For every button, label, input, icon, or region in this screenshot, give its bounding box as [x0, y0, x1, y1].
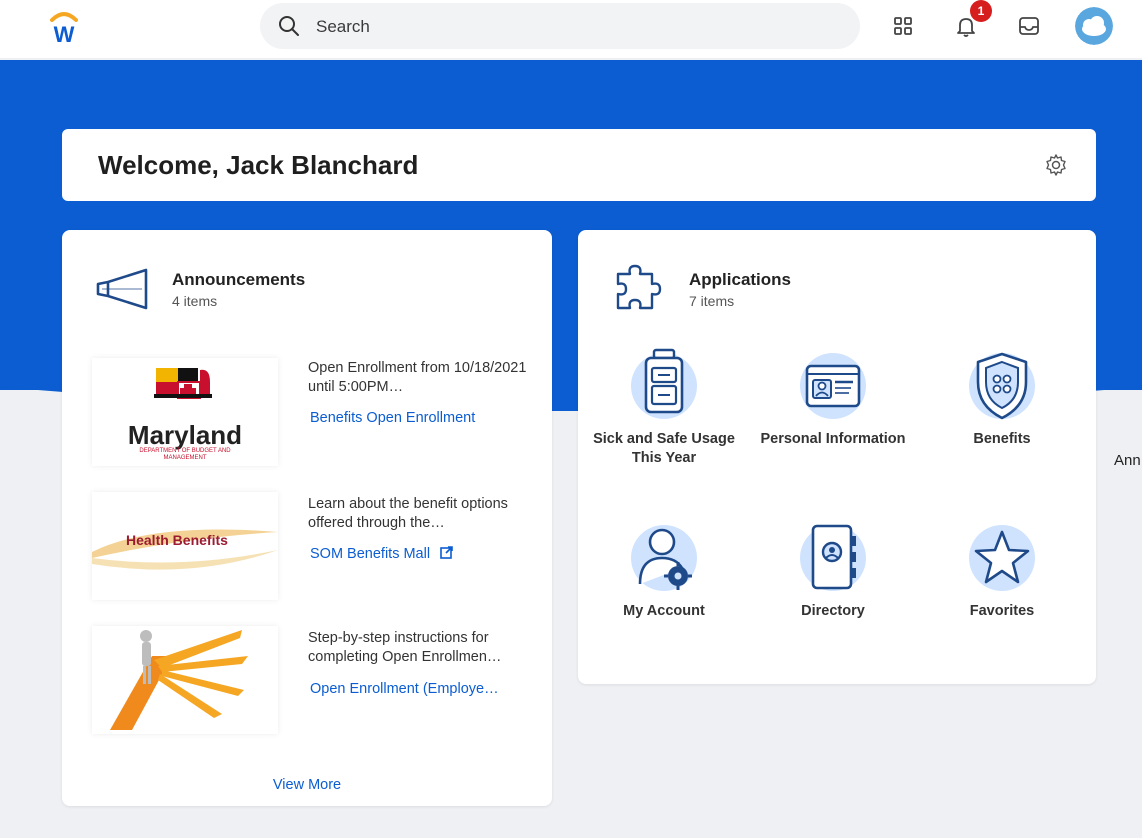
- app-label: Favorites: [969, 603, 1035, 619]
- health-benefits-image[interactable]: Health Benefits: [92, 492, 278, 600]
- view-more-link[interactable]: View More: [62, 777, 552, 793]
- welcome-card: Welcome, Jack Blanchard: [62, 129, 1096, 201]
- app-tile-sick-and-safe[interactable]: Sick and Safe Usage This Year: [589, 348, 739, 468]
- cloud-avatar-icon: [1075, 7, 1113, 45]
- address-book-icon: [800, 524, 866, 591]
- announcement-description: Learn about the benefit options offered …: [308, 496, 508, 531]
- announcement-description: Open Enrollment from 10/18/2021 until 5:…: [308, 360, 527, 395]
- som-benefits-mall-link[interactable]: SOM Benefits Mall: [310, 546, 453, 562]
- maryland-image[interactable]: Maryland DEPARTMENT OF BUDGET AND MANAGE…: [92, 358, 278, 466]
- app-tile-benefits[interactable]: Benefits: [927, 348, 1077, 449]
- suitcase-icon: [631, 348, 697, 419]
- app-tile-directory[interactable]: Directory: [758, 520, 908, 621]
- figure-arrows-graphic: [110, 630, 248, 730]
- open-enrollment-link[interactable]: Open Enrollment (Employe…: [310, 681, 499, 697]
- health-benefits-wordmark: Health Benefits: [126, 532, 228, 548]
- page-title: Welcome, Jack Blanchard: [98, 150, 419, 180]
- user-gear-icon: [631, 525, 697, 591]
- app-tile-my-account[interactable]: My Account: [589, 520, 739, 621]
- app-tile-favorites[interactable]: Favorites: [927, 520, 1077, 621]
- benefits-open-enrollment-link[interactable]: Benefits Open Enrollment: [310, 410, 475, 426]
- app-label: Directory: [801, 603, 865, 619]
- announcement-description: Step-by-step instructions for completing…: [308, 630, 502, 665]
- applications-count: 7 items: [689, 293, 735, 309]
- megaphone-icon: [96, 268, 148, 310]
- notification-badge: 1: [970, 0, 992, 22]
- maryland-wordmark: Maryland: [127, 420, 243, 450]
- workday-logo-icon[interactable]: W: [44, 6, 84, 46]
- star-icon: [969, 525, 1035, 591]
- announcements-count: 4 items: [172, 293, 218, 309]
- external-link-icon: [440, 546, 453, 559]
- app-label: Personal Information: [760, 431, 906, 447]
- shield-icon: [969, 352, 1035, 420]
- applications-title: Applications: [689, 270, 792, 289]
- maryland-subtext: DEPARTMENT OF BUDGET AND MANAGEMENT: [139, 448, 231, 461]
- app-label: Sick and Safe Usage This Year: [593, 431, 735, 466]
- search-input[interactable]: [314, 11, 838, 43]
- search-icon: [279, 16, 299, 36]
- logo-letter: W: [54, 22, 75, 46]
- open-enrollment-image[interactable]: [92, 626, 278, 734]
- apps-grid-icon[interactable]: [890, 13, 916, 39]
- side-card-label: Ann: [1114, 452, 1141, 469]
- announcements-title: Announcements: [172, 270, 306, 289]
- announcements-card: Announcements 4 items Maryland DEPARTMEN…: [62, 230, 552, 806]
- top-bar: W 1: [0, 0, 1142, 58]
- avatar[interactable]: [1075, 7, 1113, 45]
- id-card-icon: [800, 353, 866, 419]
- applications-card: Applications 7 items Sick and Safe Usage…: [578, 230, 1096, 684]
- app-label: Benefits: [973, 431, 1031, 447]
- gear-icon[interactable]: [1044, 153, 1068, 177]
- inbox-icon[interactable]: [1016, 13, 1042, 39]
- search-bar[interactable]: [260, 3, 860, 49]
- som-benefits-mall-label: SOM Benefits Mall: [310, 546, 431, 562]
- puzzle-icon: [616, 264, 662, 310]
- app-tile-personal-information[interactable]: Personal Information: [758, 348, 908, 449]
- app-label: My Account: [623, 603, 705, 619]
